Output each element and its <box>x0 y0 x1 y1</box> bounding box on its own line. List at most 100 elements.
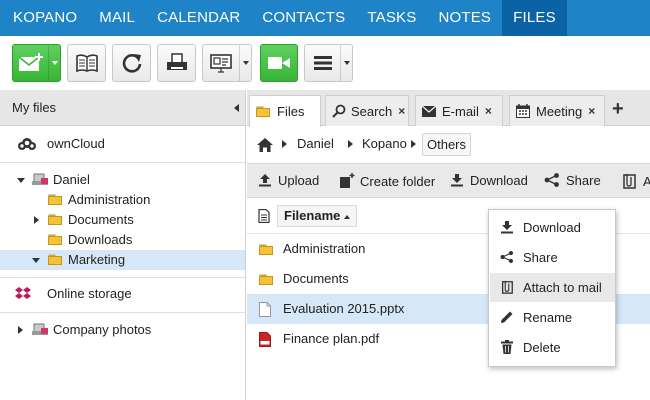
video-call-button[interactable] <box>260 44 298 82</box>
new-mail-icon <box>18 53 43 71</box>
expand-icon[interactable] <box>34 216 39 224</box>
divider <box>0 312 245 313</box>
new-mail-button[interactable] <box>12 44 61 82</box>
upload-button[interactable]: Upload <box>258 173 319 188</box>
collapse-panel-icon[interactable] <box>234 104 239 112</box>
top-navigation: KOPANO MAIL CALENDAR CONTACTS TASKS NOTE… <box>0 0 650 36</box>
video-call-icon <box>268 57 290 69</box>
folder-icon <box>256 106 270 117</box>
expand-icon[interactable] <box>18 326 23 334</box>
share-button[interactable]: Share <box>544 173 601 188</box>
dropbox-icon <box>15 287 31 299</box>
chevron-down-icon <box>343 61 350 65</box>
chevron-down-icon <box>242 61 249 65</box>
address-book-icon <box>75 54 98 73</box>
refresh-button[interactable] <box>112 44 151 82</box>
file-tree-panel: My files ownCloud Daniel Administration … <box>0 90 246 400</box>
nav-mail[interactable]: MAIL <box>88 0 146 36</box>
tree-node-documents[interactable]: Documents <box>0 210 245 230</box>
create-folder-label: Create folder <box>360 174 436 189</box>
home-icon[interactable] <box>257 138 273 152</box>
account-online-storage[interactable]: Online storage <box>0 284 245 304</box>
close-icon[interactable]: × <box>398 104 405 118</box>
attach-icon <box>501 280 513 294</box>
tree-node-daniel[interactable]: Daniel <box>0 170 245 190</box>
file-name: Documents <box>283 271 349 286</box>
tree-label: Company photos <box>53 322 152 337</box>
tab-label: Files <box>277 104 305 119</box>
nav-tasks[interactable]: TASKS <box>356 0 427 36</box>
print-button[interactable] <box>157 44 196 82</box>
add-tab-icon[interactable]: + <box>612 98 624 121</box>
menu-item-label: Share <box>523 250 558 265</box>
tab-meeting[interactable]: Meeting × <box>509 95 605 126</box>
filename-column-header[interactable]: Filename <box>277 205 358 227</box>
account-label: ownCloud <box>47 136 105 151</box>
panel-title: My files <box>12 100 57 115</box>
nav-files[interactable]: FILES <box>502 0 567 36</box>
nav-contacts[interactable]: CONTACTS <box>251 0 356 36</box>
presentation-dropdown[interactable] <box>239 45 251 81</box>
account-owncloud[interactable]: ownCloud <box>0 134 245 154</box>
tree-node-marketing[interactable]: Marketing <box>0 250 245 270</box>
folder-icon <box>48 234 62 245</box>
folder-icon <box>259 274 273 285</box>
nav-calendar[interactable]: CALENDAR <box>146 0 251 36</box>
menu-item-delete[interactable]: Delete <box>490 333 615 362</box>
file-name: Finance plan.pdf <box>283 331 380 346</box>
sort-ascending-icon <box>344 214 351 219</box>
folder-icon <box>48 254 62 265</box>
divider <box>0 277 245 278</box>
menu-item-download[interactable]: Download <box>490 213 615 242</box>
tree-node-administration[interactable]: Administration <box>0 190 245 210</box>
breadcrumb-kopano[interactable]: Kopano <box>362 136 407 151</box>
tree-node-downloads[interactable]: Downloads <box>0 230 245 250</box>
upload-icon <box>259 174 271 187</box>
tree-node-company-photos[interactable]: Company photos <box>0 320 245 340</box>
presentation-button[interactable] <box>202 44 252 82</box>
divider <box>0 162 245 163</box>
folder-icon <box>48 214 62 225</box>
refresh-icon <box>122 54 141 73</box>
tab-files[interactable]: Files <box>249 95 321 127</box>
breadcrumb-others[interactable]: Others <box>422 133 472 156</box>
nav-notes[interactable]: NOTES <box>427 0 502 36</box>
menu-item-attach-to-mail[interactable]: Attach to mail <box>490 273 615 302</box>
action-bar: Upload Create folder Download Share A <box>247 163 650 198</box>
user-storage-icon <box>32 173 48 185</box>
tab-search[interactable]: Search × <box>325 95 409 126</box>
nav-kopano[interactable]: KOPANO <box>0 0 88 36</box>
column-label: Filename <box>284 208 341 223</box>
more-menu-button[interactable] <box>304 44 353 82</box>
breadcrumb-separator-icon <box>282 140 287 148</box>
attach-to-mail-button[interactable]: A <box>621 173 650 189</box>
create-folder-button[interactable]: Create folder <box>339 173 435 189</box>
print-icon <box>166 53 187 70</box>
breadcrumb-daniel[interactable]: Daniel <box>297 136 334 151</box>
download-button[interactable]: Download <box>450 173 528 188</box>
download-label: Download <box>470 173 528 188</box>
expand-icon[interactable] <box>32 258 40 263</box>
tab-email[interactable]: E-mail × <box>415 95 503 126</box>
tree-label: Administration <box>68 192 151 207</box>
search-icon <box>332 104 346 118</box>
close-icon[interactable]: × <box>588 104 595 118</box>
cloud-icon <box>18 138 36 150</box>
address-book-button[interactable] <box>67 44 106 82</box>
presentation-icon <box>210 54 232 73</box>
tab-label: Meeting <box>536 103 583 119</box>
tab-bar: Files Search × E-mail × Meeting × + <box>247 90 650 127</box>
menu-item-share[interactable]: Share <box>490 243 615 272</box>
more-menu-dropdown[interactable] <box>340 45 352 81</box>
tree-label: Documents <box>68 212 134 227</box>
expand-icon[interactable] <box>17 178 25 183</box>
mail-icon <box>422 105 436 117</box>
pencil-icon <box>501 311 513 323</box>
menu-item-rename[interactable]: Rename <box>490 303 615 332</box>
close-icon[interactable]: × <box>485 104 492 118</box>
tab-label: E-mail <box>442 103 479 119</box>
new-mail-dropdown[interactable] <box>48 45 60 81</box>
file-name: Administration <box>283 241 366 256</box>
trash-icon <box>501 340 513 354</box>
breadcrumb-separator-icon <box>348 140 353 148</box>
